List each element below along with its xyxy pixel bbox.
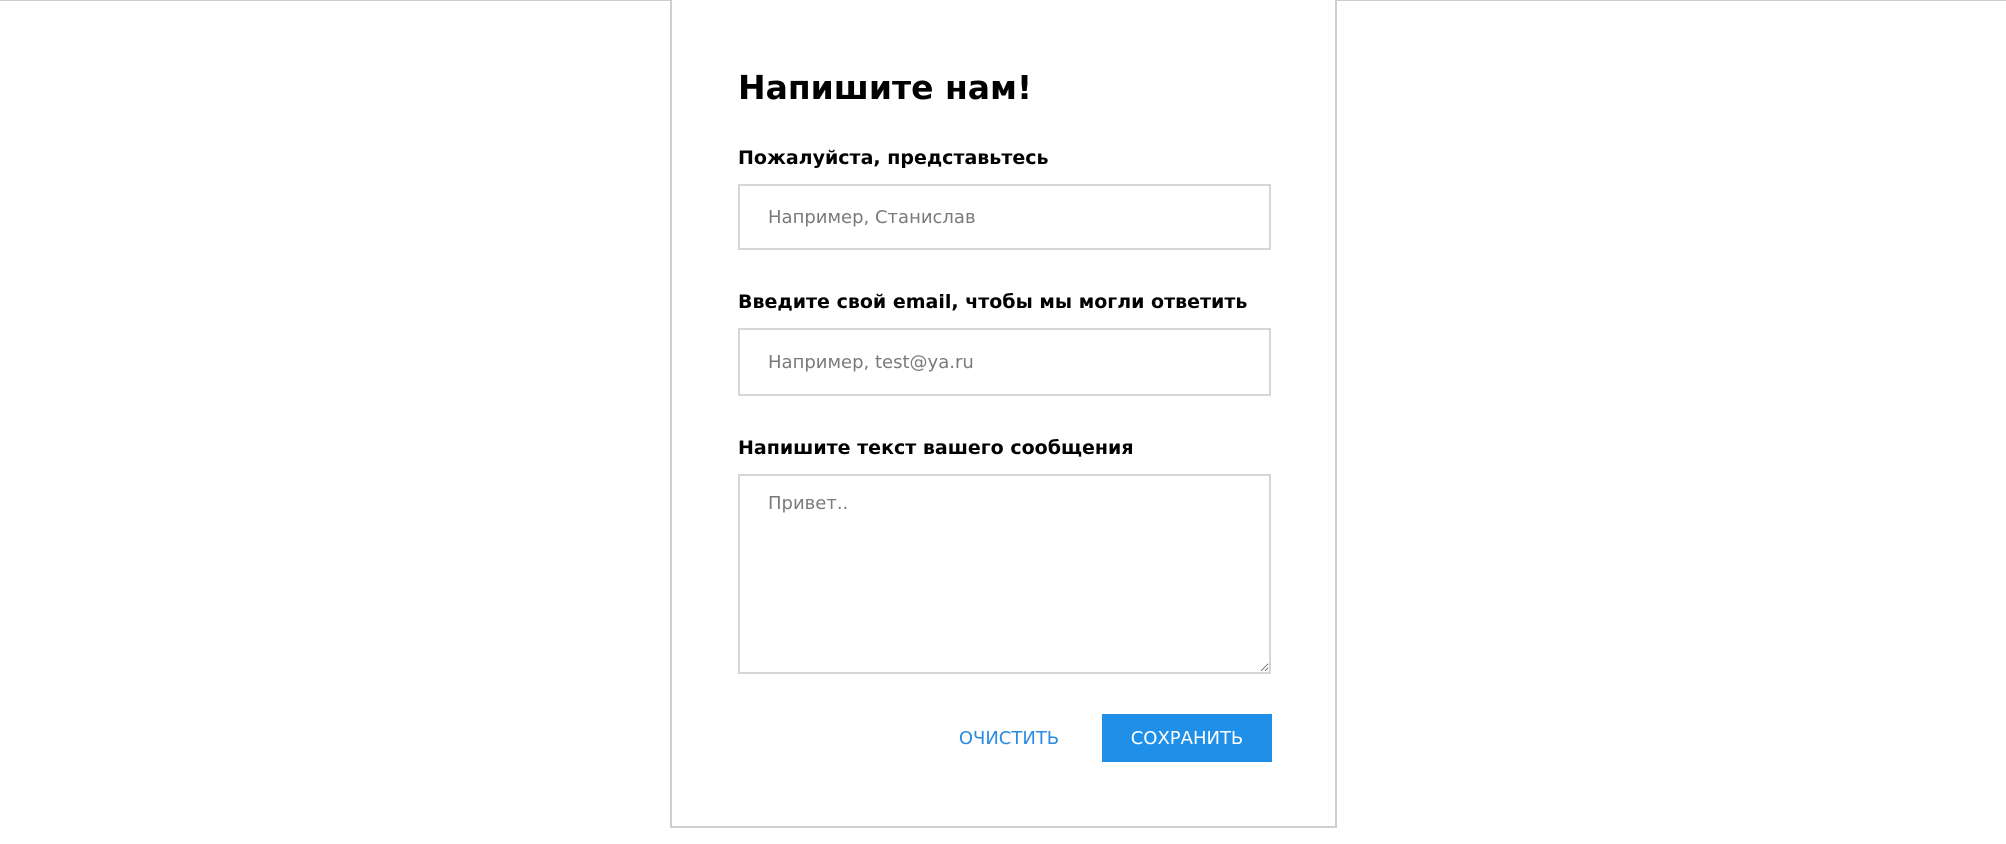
email-input[interactable] — [738, 328, 1271, 396]
name-label: Пожалуйста, представьтесь — [738, 147, 1049, 169]
clear-button[interactable]: ОЧИСТИТЬ — [942, 714, 1076, 762]
save-button[interactable]: СОХРАНИТЬ — [1102, 714, 1272, 762]
message-textarea[interactable] — [738, 474, 1271, 674]
message-label: Напишите текст вашего сообщения — [738, 437, 1134, 459]
contact-form-card: Напишите нам! Пожалуйста, представьтесь … — [670, 0, 1337, 828]
form-title: Напишите нам! — [738, 68, 1033, 107]
email-label: Введите свой email, чтобы мы могли ответ… — [738, 291, 1248, 313]
name-input[interactable] — [738, 184, 1271, 250]
